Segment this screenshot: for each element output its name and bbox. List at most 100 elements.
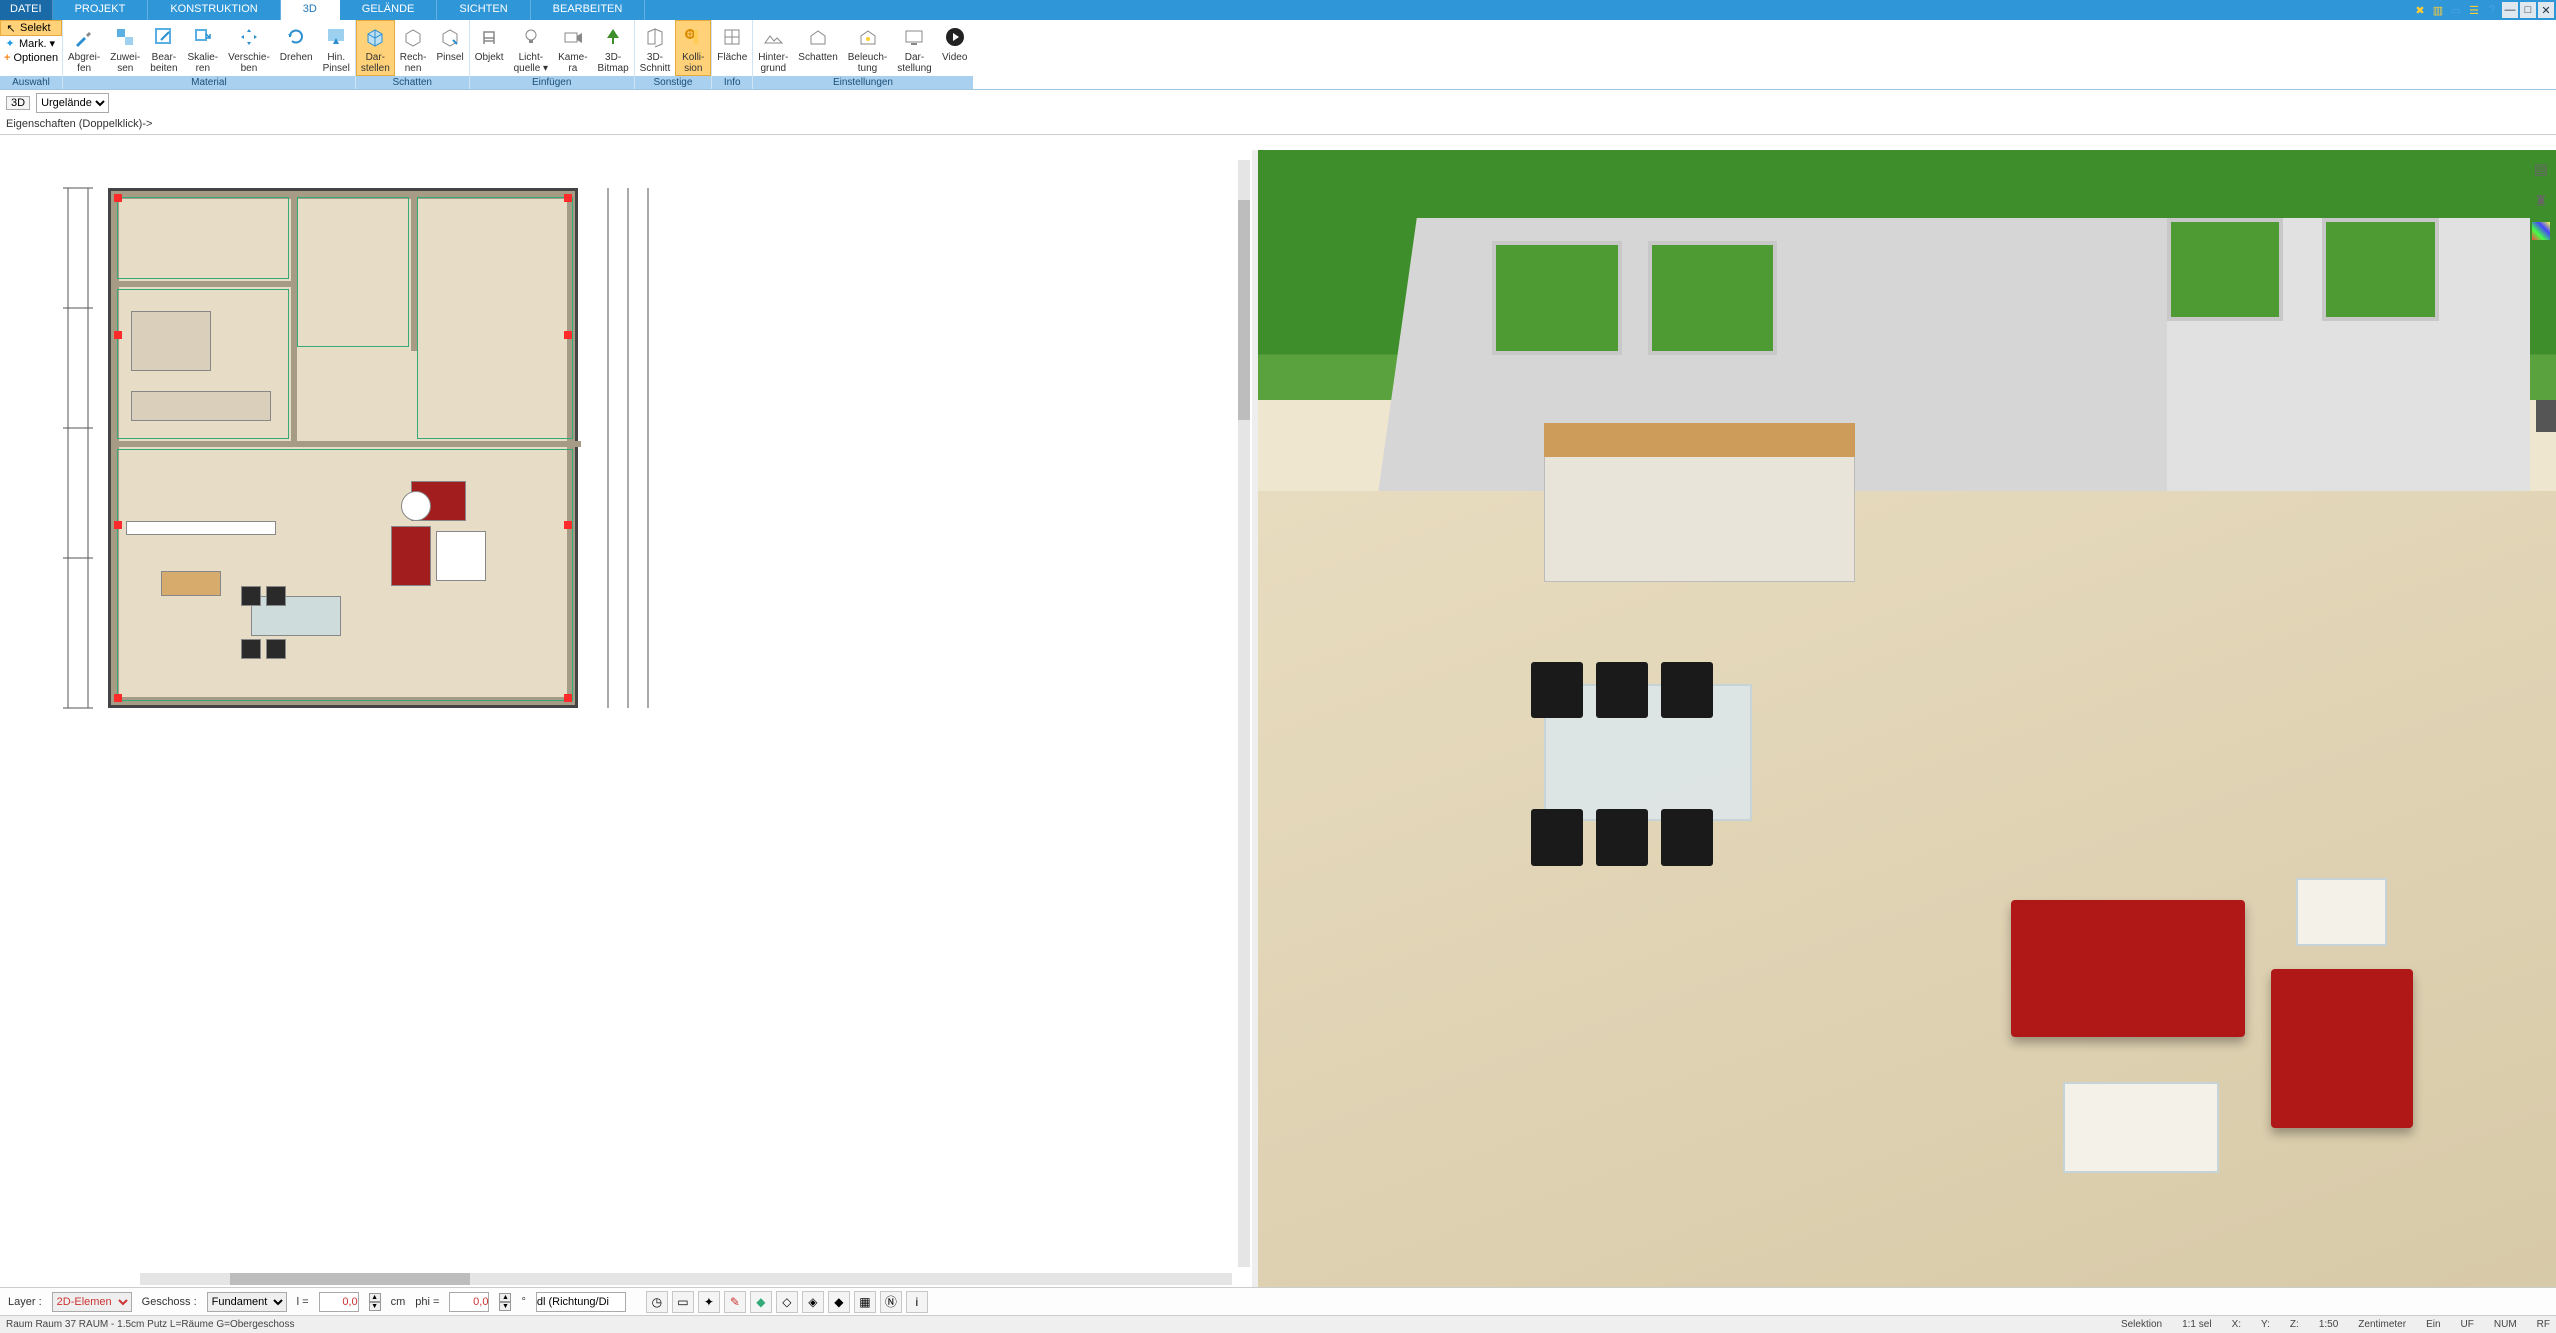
cube-calc-icon [400, 24, 426, 50]
btn-beleuchtung[interactable]: Beleuch-tung [843, 20, 892, 76]
pane-2d[interactable] [0, 150, 1252, 1287]
layers-icon[interactable]: ▥ [2430, 2, 2446, 18]
tab-3d[interactable]: 3D [281, 0, 340, 20]
right-toolbar: ▤ ♜ ❀ [2526, 150, 2556, 272]
edit-icon [151, 24, 177, 50]
dl-input[interactable] [536, 1292, 626, 1312]
btn-zuweisen[interactable]: Zuwei-sen [105, 20, 145, 76]
scene-3d[interactable] [1258, 150, 2556, 1287]
btn-3d-bitmap[interactable]: 3D-Bitmap [593, 20, 634, 76]
pane-3d[interactable] [1258, 150, 2556, 1287]
side-panel-handle[interactable] [2536, 400, 2556, 432]
group-auswahl: Auswahl [0, 76, 62, 89]
tool-icon[interactable]: ✖ [2412, 2, 2428, 18]
btn-darstellung[interactable]: Dar-stellung [892, 20, 936, 76]
status-ein: Ein [2426, 1319, 2440, 1330]
btn-objekt[interactable]: Objekt [470, 20, 509, 76]
bulb-icon [518, 24, 544, 50]
status-num: NUM [2494, 1319, 2517, 1330]
phi-input[interactable] [449, 1292, 489, 1312]
layers-panel-icon[interactable]: ▤ [2530, 158, 2552, 180]
status-unit: Zentimeter [2358, 1319, 2406, 1330]
layer3-icon[interactable]: ◈ [802, 1291, 824, 1313]
btn-verschieben[interactable]: Verschie-ben [223, 20, 275, 76]
tree-icon[interactable]: ☰ [2466, 2, 2482, 18]
group-schatten-label: Schatten [356, 76, 469, 89]
cursor-icon: ↖ [5, 22, 17, 34]
brush2-icon[interactable]: ✎ [724, 1291, 746, 1313]
btn-3d-schnitt[interactable]: 3D-Schnitt [635, 20, 676, 76]
btn-video[interactable]: Video [937, 20, 973, 76]
btn-kollision[interactable]: Kolli-sion [675, 20, 711, 76]
btn-rechnen[interactable]: Rech-nen [395, 20, 432, 76]
clock-icon[interactable]: ◷ [646, 1291, 668, 1313]
group-sonstige: 3D-Schnitt Kolli-sion Sonstige [634, 20, 712, 89]
phi-spinner[interactable]: ▲▼ [499, 1293, 511, 1311]
side-mark[interactable]: ✦ Mark. ▾ [0, 36, 62, 51]
move-icon [236, 24, 262, 50]
side-selekt[interactable]: ↖ Selekt [0, 20, 62, 36]
cube-icon [362, 24, 388, 50]
window-icon[interactable]: ▭ [2448, 2, 2464, 18]
tab-projekt[interactable]: PROJEKT [53, 0, 149, 20]
monitor-icon[interactable]: ▭ [672, 1291, 694, 1313]
rotate-icon [283, 24, 309, 50]
properties-hint[interactable]: Eigenschaften (Doppelklick)-> [0, 116, 2556, 135]
close-icon[interactable]: ✕ [2538, 2, 2554, 18]
layer-select[interactable]: 2D-Elemen [52, 1292, 132, 1312]
scrollbar-vertical[interactable] [1238, 160, 1250, 1267]
btn-hin-pinsel[interactable]: Hin.Pinsel [318, 20, 355, 76]
btn-kamera[interactable]: Kame-ra [553, 20, 592, 76]
minimize-icon[interactable]: — [2502, 2, 2518, 18]
info-icon[interactable]: i [906, 1291, 928, 1313]
btn-darstellen[interactable]: Dar-stellen [356, 20, 395, 76]
background-icon [760, 24, 786, 50]
layer1-icon[interactable]: ◆ [750, 1291, 772, 1313]
help-icon[interactable]: ? [2484, 2, 2500, 18]
tab-gelaende[interactable]: GELÄNDE [340, 0, 438, 20]
group-schatten: Dar-stellen Rech-nen Pinsel Schatten [355, 20, 469, 89]
chair-icon [476, 24, 502, 50]
layer-label: Layer : [8, 1296, 42, 1308]
tab-sichten[interactable]: SICHTEN [437, 0, 530, 20]
status-y: Y: [2261, 1319, 2270, 1330]
shadow-house-icon [805, 24, 831, 50]
chevron-down-icon: ▾ [50, 37, 56, 50]
side-optionen[interactable]: + Optionen [0, 51, 62, 65]
btn-skalieren[interactable]: Skalie-ren [183, 20, 224, 76]
l-spinner[interactable]: ▲▼ [369, 1293, 381, 1311]
scrollbar-horizontal[interactable] [140, 1273, 1232, 1285]
tab-datei[interactable]: DATEI [0, 0, 53, 20]
tab-konstruktion[interactable]: KONSTRUKTION [148, 0, 280, 20]
collision-icon [680, 24, 706, 50]
floorplan[interactable] [108, 188, 578, 708]
camera2-icon[interactable]: ✦ [698, 1291, 720, 1313]
geschoss-select[interactable]: Fundament [207, 1292, 287, 1312]
btn-hintergrund[interactable]: Hinter-grund [753, 20, 793, 76]
mark-icon: ✦ [4, 38, 16, 50]
btn-schatten[interactable]: Schatten [793, 20, 842, 76]
chair-panel-icon[interactable]: ♜ [2530, 190, 2552, 212]
tree-panel-icon[interactable]: ❀ [2530, 250, 2552, 272]
brush-bg-icon [323, 24, 349, 50]
tree-icon [600, 24, 626, 50]
brush-icon [437, 24, 463, 50]
terrain-select[interactable]: Urgelände [36, 93, 109, 113]
subbar: 3D Urgelände Eigenschaften (Doppelklick)… [0, 90, 2556, 135]
layer4-icon[interactable]: ◆ [828, 1291, 850, 1313]
tab-bearbeiten[interactable]: BEARBEITEN [531, 0, 646, 20]
btn-drehen[interactable]: Drehen [275, 20, 318, 76]
status-scale: 1:50 [2319, 1319, 2338, 1330]
btn-lichtquelle[interactable]: Licht-quelle ▾ [509, 20, 554, 76]
btn-bearbeiten[interactable]: Bear-beiten [145, 20, 182, 76]
maximize-icon[interactable]: □ [2520, 2, 2536, 18]
layer2-icon[interactable]: ◇ [776, 1291, 798, 1313]
btn-pinsel[interactable]: Pinsel [431, 20, 468, 76]
status-uf: UF [2461, 1319, 2474, 1330]
btn-abgreifen[interactable]: Abgrei-fen [63, 20, 105, 76]
north-icon[interactable]: Ⓝ [880, 1291, 902, 1313]
grid-icon[interactable]: ▦ [854, 1291, 876, 1313]
btn-flaeche[interactable]: Fläche [712, 20, 752, 76]
l-input[interactable] [319, 1292, 359, 1312]
palette-icon[interactable] [2532, 222, 2550, 240]
